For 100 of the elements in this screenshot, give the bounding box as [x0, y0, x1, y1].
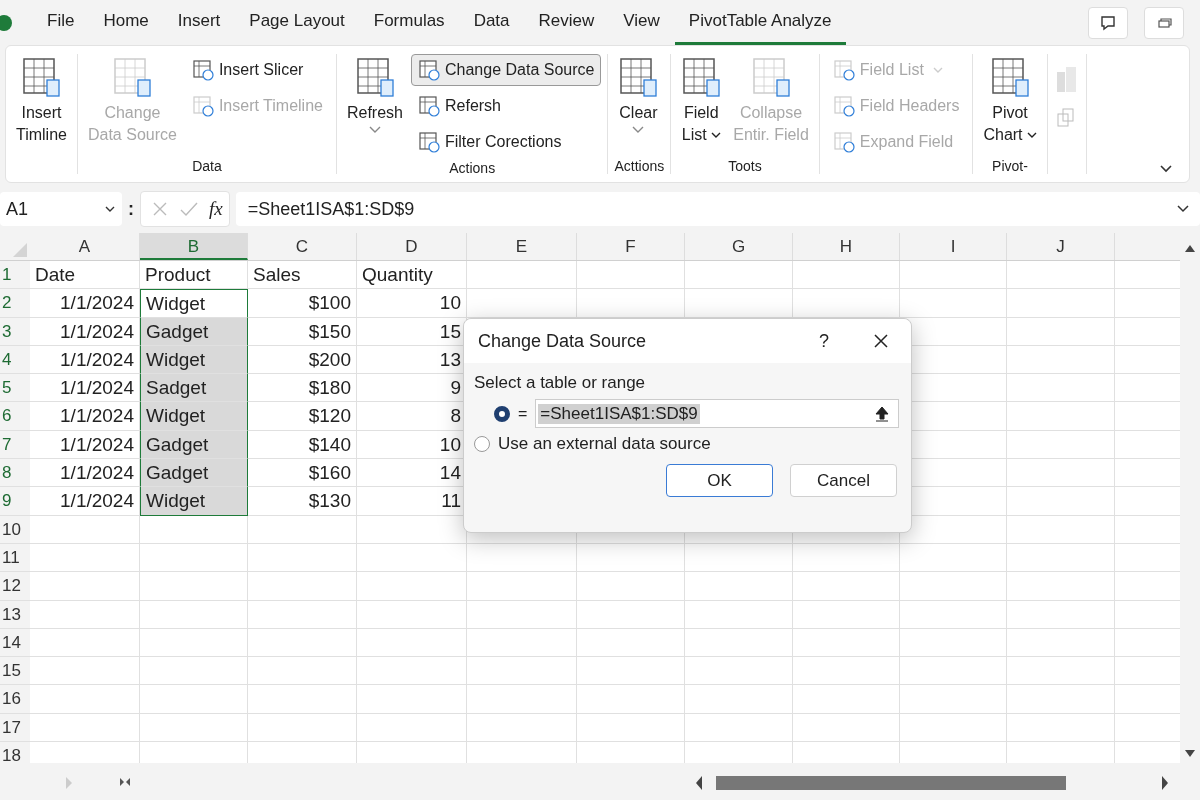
row-header[interactable]: 6 [0, 402, 30, 431]
column-header[interactable]: I [900, 233, 1007, 260]
ribbon-button[interactable]: Pivot Chart [979, 54, 1041, 156]
ok-button[interactable]: OK [666, 464, 773, 497]
menu-tab[interactable]: Home [89, 0, 163, 45]
menu-tab[interactable]: Data [459, 0, 524, 45]
table-cell: $150 [248, 317, 357, 346]
table-cell: $120 [248, 402, 357, 431]
range-field[interactable]: =Sheet1ISA$1:SD$9 [535, 399, 899, 428]
ribbon-button[interactable]: Refersh [411, 90, 602, 122]
row-header[interactable]: 17 [0, 713, 30, 743]
table-cell: Quantity [357, 261, 467, 290]
menu-tab[interactable]: Insert [163, 0, 235, 45]
table-icon [191, 59, 214, 81]
table-cell: Widget [140, 487, 248, 516]
table-cell: 10 [357, 289, 467, 318]
column-header[interactable]: B [140, 233, 248, 260]
menu-tab[interactable]: Page Layout [235, 0, 359, 45]
column-header[interactable]: C [248, 233, 357, 260]
help-button[interactable]: ? [819, 330, 829, 352]
row-header[interactable]: 14 [0, 628, 30, 658]
row-header[interactable]: 9 [0, 487, 30, 516]
group-label: Pivot- [991, 157, 1029, 174]
ribbon-button[interactable]: Insert Timline [12, 54, 71, 174]
option-label: Use an external data source [498, 434, 711, 454]
group-label: Actions [448, 159, 497, 176]
table-icon [418, 95, 440, 117]
column-header[interactable]: D [357, 233, 467, 260]
table-icon [21, 56, 62, 98]
scroll-right-icon[interactable] [1160, 775, 1170, 791]
row-header[interactable]: 4 [0, 345, 30, 375]
table-cell: $200 [248, 345, 357, 375]
ribbon-button[interactable]: Clear [614, 54, 663, 156]
scroll-left-icon[interactable] [694, 775, 704, 791]
ribbon-button[interactable]: Filter Corections [411, 126, 602, 158]
row-header[interactable]: 11 [0, 543, 30, 573]
row-header[interactable]: 8 [0, 459, 30, 488]
table-cell: Product [140, 261, 248, 290]
column-header[interactable]: F [577, 233, 685, 260]
table-cell: Widget [140, 289, 248, 318]
table-cell: Gadget [140, 430, 248, 460]
cancel-button[interactable]: Cancel [790, 464, 897, 497]
separator-dots: : [128, 198, 134, 220]
column-header[interactable]: H [793, 233, 900, 260]
row-header[interactable]: 7 [0, 430, 30, 460]
row-header[interactable]: 12 [0, 572, 30, 601]
ribbon-button[interactable]: Refresh [342, 54, 407, 158]
group-label: Data [191, 157, 223, 174]
app-logo-icon [0, 14, 12, 31]
radio-button[interactable] [494, 405, 510, 422]
table-icon [418, 131, 440, 153]
speech-bubble-icon [1099, 13, 1117, 32]
menu-tab[interactable]: View [609, 0, 674, 45]
table-icon [832, 59, 855, 81]
collapse-icon[interactable] [1159, 164, 1173, 174]
collapse-dialog-icon[interactable] [874, 404, 890, 423]
row-header[interactable]: 15 [0, 657, 30, 686]
column-header[interactable]: G [685, 233, 793, 260]
table-cell: 1/1/2024 [30, 289, 140, 318]
table-icon [832, 95, 855, 117]
radio-button[interactable] [474, 436, 490, 452]
ribbon-button[interactable]: Field List [677, 54, 726, 156]
scroll-down-icon[interactable] [1184, 749, 1196, 759]
table-cell: $180 [248, 374, 357, 403]
menu-tab[interactable]: Formulas [359, 0, 459, 45]
table-icon [832, 131, 855, 153]
row-header[interactable]: 16 [0, 685, 30, 714]
table-icon [112, 56, 153, 98]
row-header[interactable]: 5 [0, 374, 30, 403]
formula-field[interactable]: =Sheet1ISA$1:SD$9 [235, 192, 1200, 226]
column-header[interactable]: J [1007, 233, 1115, 260]
scroll-up-icon[interactable] [1184, 243, 1196, 253]
menu-tab[interactable]: Review [524, 0, 609, 45]
row-header[interactable]: 18 [0, 742, 30, 763]
table-cell: $160 [248, 459, 357, 488]
close-icon[interactable] [873, 333, 889, 349]
menu-tab[interactable]: File [33, 0, 89, 45]
ribbon-button[interactable]: Change Data Source [411, 54, 602, 86]
equals-label: = [518, 404, 528, 423]
row-header[interactable]: 3 [0, 317, 30, 346]
name-box[interactable]: A1 [0, 192, 122, 226]
table-cell: $100 [248, 289, 357, 318]
check-icon[interactable] [179, 200, 199, 218]
insert-function-button[interactable]: fx [209, 198, 223, 220]
row-header[interactable]: 10 [0, 515, 30, 544]
comment-button[interactable] [1088, 6, 1128, 39]
scroll-thumb[interactable] [716, 776, 1066, 790]
table-cell: Date [30, 261, 140, 290]
column-header[interactable]: E [467, 233, 577, 260]
window-button[interactable] [1144, 6, 1184, 39]
ribbon-button[interactable]: Insert Slicer [184, 54, 330, 86]
caret-icon [1176, 204, 1190, 214]
section-label: Select a table or range [474, 373, 647, 393]
table-icon [418, 59, 440, 81]
group-label: Acttions [614, 157, 665, 174]
row-header[interactable]: 2 [0, 289, 30, 318]
table-cell: Sales [248, 261, 357, 290]
row-header[interactable]: 1 [0, 261, 30, 290]
table-icon [751, 56, 792, 98]
row-header[interactable]: 13 [0, 600, 30, 629]
